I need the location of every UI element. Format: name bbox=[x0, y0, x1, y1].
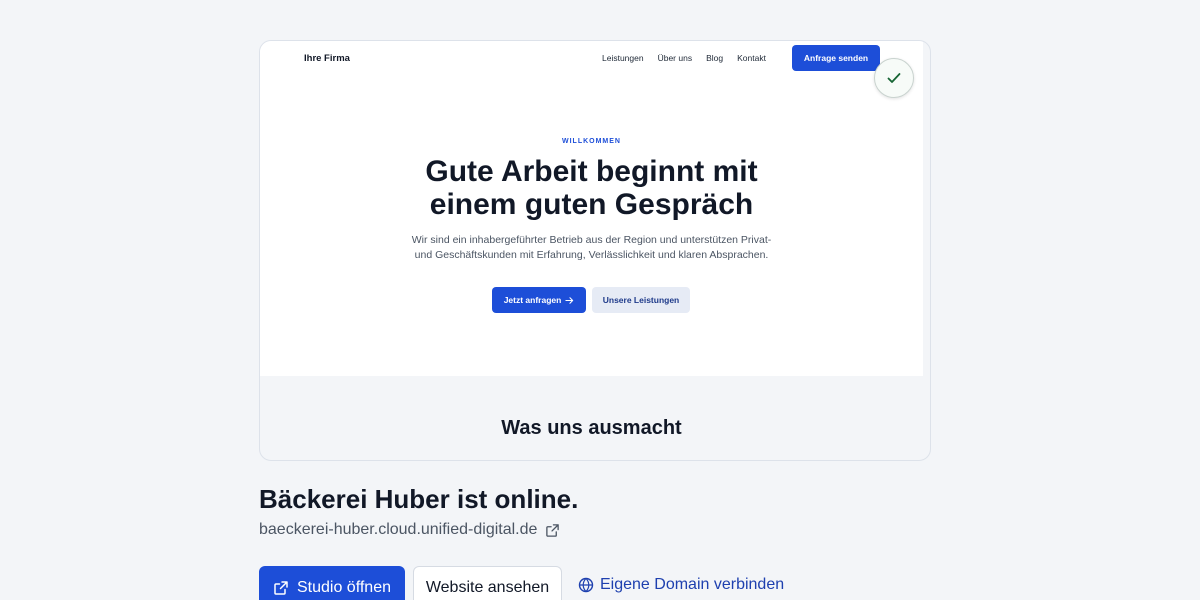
site-nav-item-ueber-uns: Über uns bbox=[657, 53, 693, 63]
site-url-link[interactable]: baeckerei-huber.cloud.unified-digital.de bbox=[259, 521, 560, 539]
external-link-icon[interactable] bbox=[545, 523, 560, 538]
website-preview: Ihre Firma Leistungen Über uns Blog Kont… bbox=[260, 41, 923, 376]
view-website-button-label: Website ansehen bbox=[425, 579, 550, 596]
hero-primary-button: Jetzt anfragen bbox=[492, 287, 586, 313]
published-check-badge bbox=[874, 58, 914, 98]
site-nav-item-blog: Blog bbox=[706, 53, 724, 63]
hero-primary-button-label: Jetzt anfragen bbox=[503, 295, 562, 305]
hero-secondary-button: Unsere Leistungen bbox=[592, 287, 690, 313]
external-link-icon bbox=[273, 580, 289, 596]
globe-icon bbox=[578, 577, 594, 593]
page: Ihre Firma Leistungen Über uns Blog Kont… bbox=[0, 0, 1200, 600]
site-nav-item-kontakt: Kontakt bbox=[737, 53, 766, 63]
site-brand: Ihre Firma bbox=[304, 53, 350, 64]
open-studio-button-label: Studio öffnen bbox=[296, 579, 391, 596]
hero-eyebrow: WILLKOMMEN bbox=[562, 138, 621, 145]
check-icon bbox=[885, 69, 903, 87]
preview-section-title: Was uns ausmacht bbox=[501, 417, 682, 439]
hero-title: Gute Arbeit beginnt mit einem guten Gesp… bbox=[425, 155, 758, 221]
connect-domain-label[interactable]: Eigene Domain verbinden bbox=[600, 576, 784, 594]
connect-domain-link[interactable]: Eigene Domain verbinden bbox=[578, 576, 784, 594]
site-nav: Leistungen Über uns Blog Kontakt bbox=[602, 53, 766, 63]
site-url[interactable]: baeckerei-huber.cloud.unified-digital.de bbox=[259, 521, 537, 539]
open-studio-button[interactable]: Studio öffnen bbox=[259, 566, 405, 600]
site-cta-button: Anfrage senden bbox=[792, 45, 880, 71]
hero-text: Wir sind ein inhabergeführter Betrieb au… bbox=[411, 234, 772, 261]
success-title: Bäckerei Huber ist online. bbox=[259, 484, 579, 514]
site-nav-item-leistungen: Leistungen bbox=[602, 53, 644, 63]
website-preview-card: Ihre Firma Leistungen Über uns Blog Kont… bbox=[259, 40, 931, 461]
arrow-right-icon bbox=[565, 296, 574, 305]
view-website-button[interactable]: Website ansehen bbox=[413, 566, 562, 600]
